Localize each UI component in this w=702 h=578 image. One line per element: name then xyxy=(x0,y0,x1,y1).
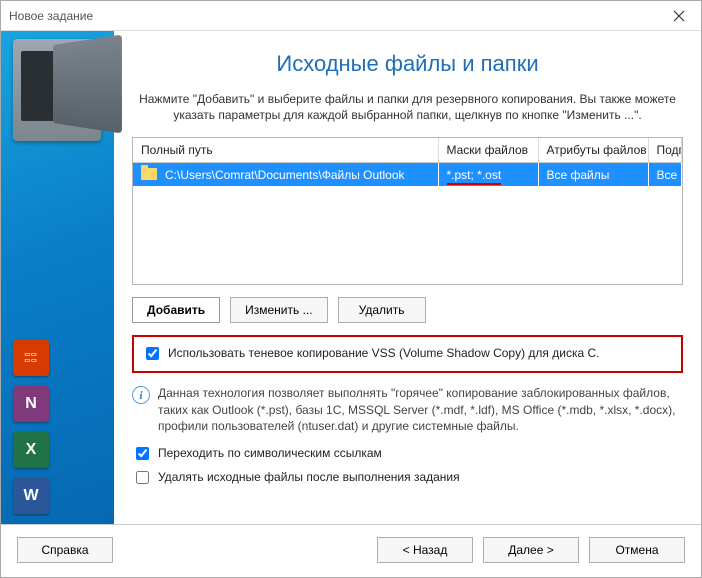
page-intro: Нажмите "Добавить" и выберите файлы и па… xyxy=(132,91,683,123)
folder-icon xyxy=(141,168,157,180)
excel-icon: X xyxy=(13,432,49,468)
col-sub[interactable]: Подп xyxy=(648,138,682,163)
cell-sub: Все xyxy=(648,163,682,187)
delete-after-label: Удалять исходные файлы после выполнения … xyxy=(158,469,460,485)
delete-after-checkbox[interactable] xyxy=(136,471,149,484)
main-panel: Исходные файлы и папки Нажмите "Добавить… xyxy=(114,31,701,524)
cancel-button[interactable]: Отмена xyxy=(589,537,685,563)
vss-info: i Данная технология позволяет выполнять … xyxy=(132,385,683,434)
add-button[interactable]: Добавить xyxy=(132,297,220,323)
vss-info-text: Данная технология позволяет выполнять "г… xyxy=(158,385,683,434)
onenote-icon: N xyxy=(13,386,49,422)
delete-after-row[interactable]: Удалять исходные файлы после выполнения … xyxy=(132,469,683,487)
titlebar: Новое задание xyxy=(1,1,701,31)
back-button[interactable]: < Назад xyxy=(377,537,473,563)
symlinks-checkbox[interactable] xyxy=(136,447,149,460)
col-masks[interactable]: Маски файлов xyxy=(438,138,538,163)
page-title: Исходные файлы и папки xyxy=(132,51,683,77)
vss-checkbox-row[interactable]: Использовать теневое копирование VSS (Vo… xyxy=(142,345,673,363)
close-button[interactable] xyxy=(657,1,701,31)
safe-illustration xyxy=(13,39,101,141)
sidebar: ▭▭▭▭ N X W xyxy=(1,31,114,524)
grid-buttons: Добавить Изменить ... Удалить xyxy=(132,297,683,323)
powerpoint-icon: ▭▭▭▭ xyxy=(13,340,49,376)
grid-header-row: Полный путь Маски файлов Атрибуты файлов… xyxy=(133,138,682,163)
col-path[interactable]: Полный путь xyxy=(133,138,438,163)
vss-option-box: Использовать теневое копирование VSS (Vo… xyxy=(132,335,683,373)
vss-label: Использовать теневое копирование VSS (Vo… xyxy=(168,345,599,361)
col-attrs[interactable]: Атрибуты файлов xyxy=(538,138,648,163)
help-button[interactable]: Справка xyxy=(17,537,113,563)
vss-checkbox[interactable] xyxy=(146,347,159,360)
symlinks-row[interactable]: Переходить по символическим ссылкам xyxy=(132,445,683,463)
cell-masks: *.pst; *.ost xyxy=(438,163,538,187)
next-button[interactable]: Далее > xyxy=(483,537,579,563)
dialog-body: ▭▭▭▭ N X W Исходные файлы и папки Нажмит… xyxy=(1,31,701,524)
window-title: Новое задание xyxy=(9,9,93,23)
table-row[interactable]: C:\Users\Comrat\Documents\Файлы Outlook … xyxy=(133,163,682,187)
footer: Справка < Назад Далее > Отмена xyxy=(1,524,701,577)
close-icon xyxy=(673,10,685,22)
word-icon: W xyxy=(13,478,49,514)
info-icon: i xyxy=(132,386,150,404)
cell-attrs: Все файлы xyxy=(538,163,648,187)
cell-path: C:\Users\Comrat\Documents\Файлы Outlook xyxy=(133,163,438,187)
symlinks-label: Переходить по символическим ссылкам xyxy=(158,445,382,461)
dialog-window: Новое задание ▭▭▭▭ N X W Исходные файлы … xyxy=(0,0,702,578)
edit-button[interactable]: Изменить ... xyxy=(230,297,327,323)
source-grid[interactable]: Полный путь Маски файлов Атрибуты файлов… xyxy=(132,137,683,285)
app-icon-stack: ▭▭▭▭ N X W xyxy=(13,340,108,514)
delete-button[interactable]: Удалить xyxy=(338,297,426,323)
